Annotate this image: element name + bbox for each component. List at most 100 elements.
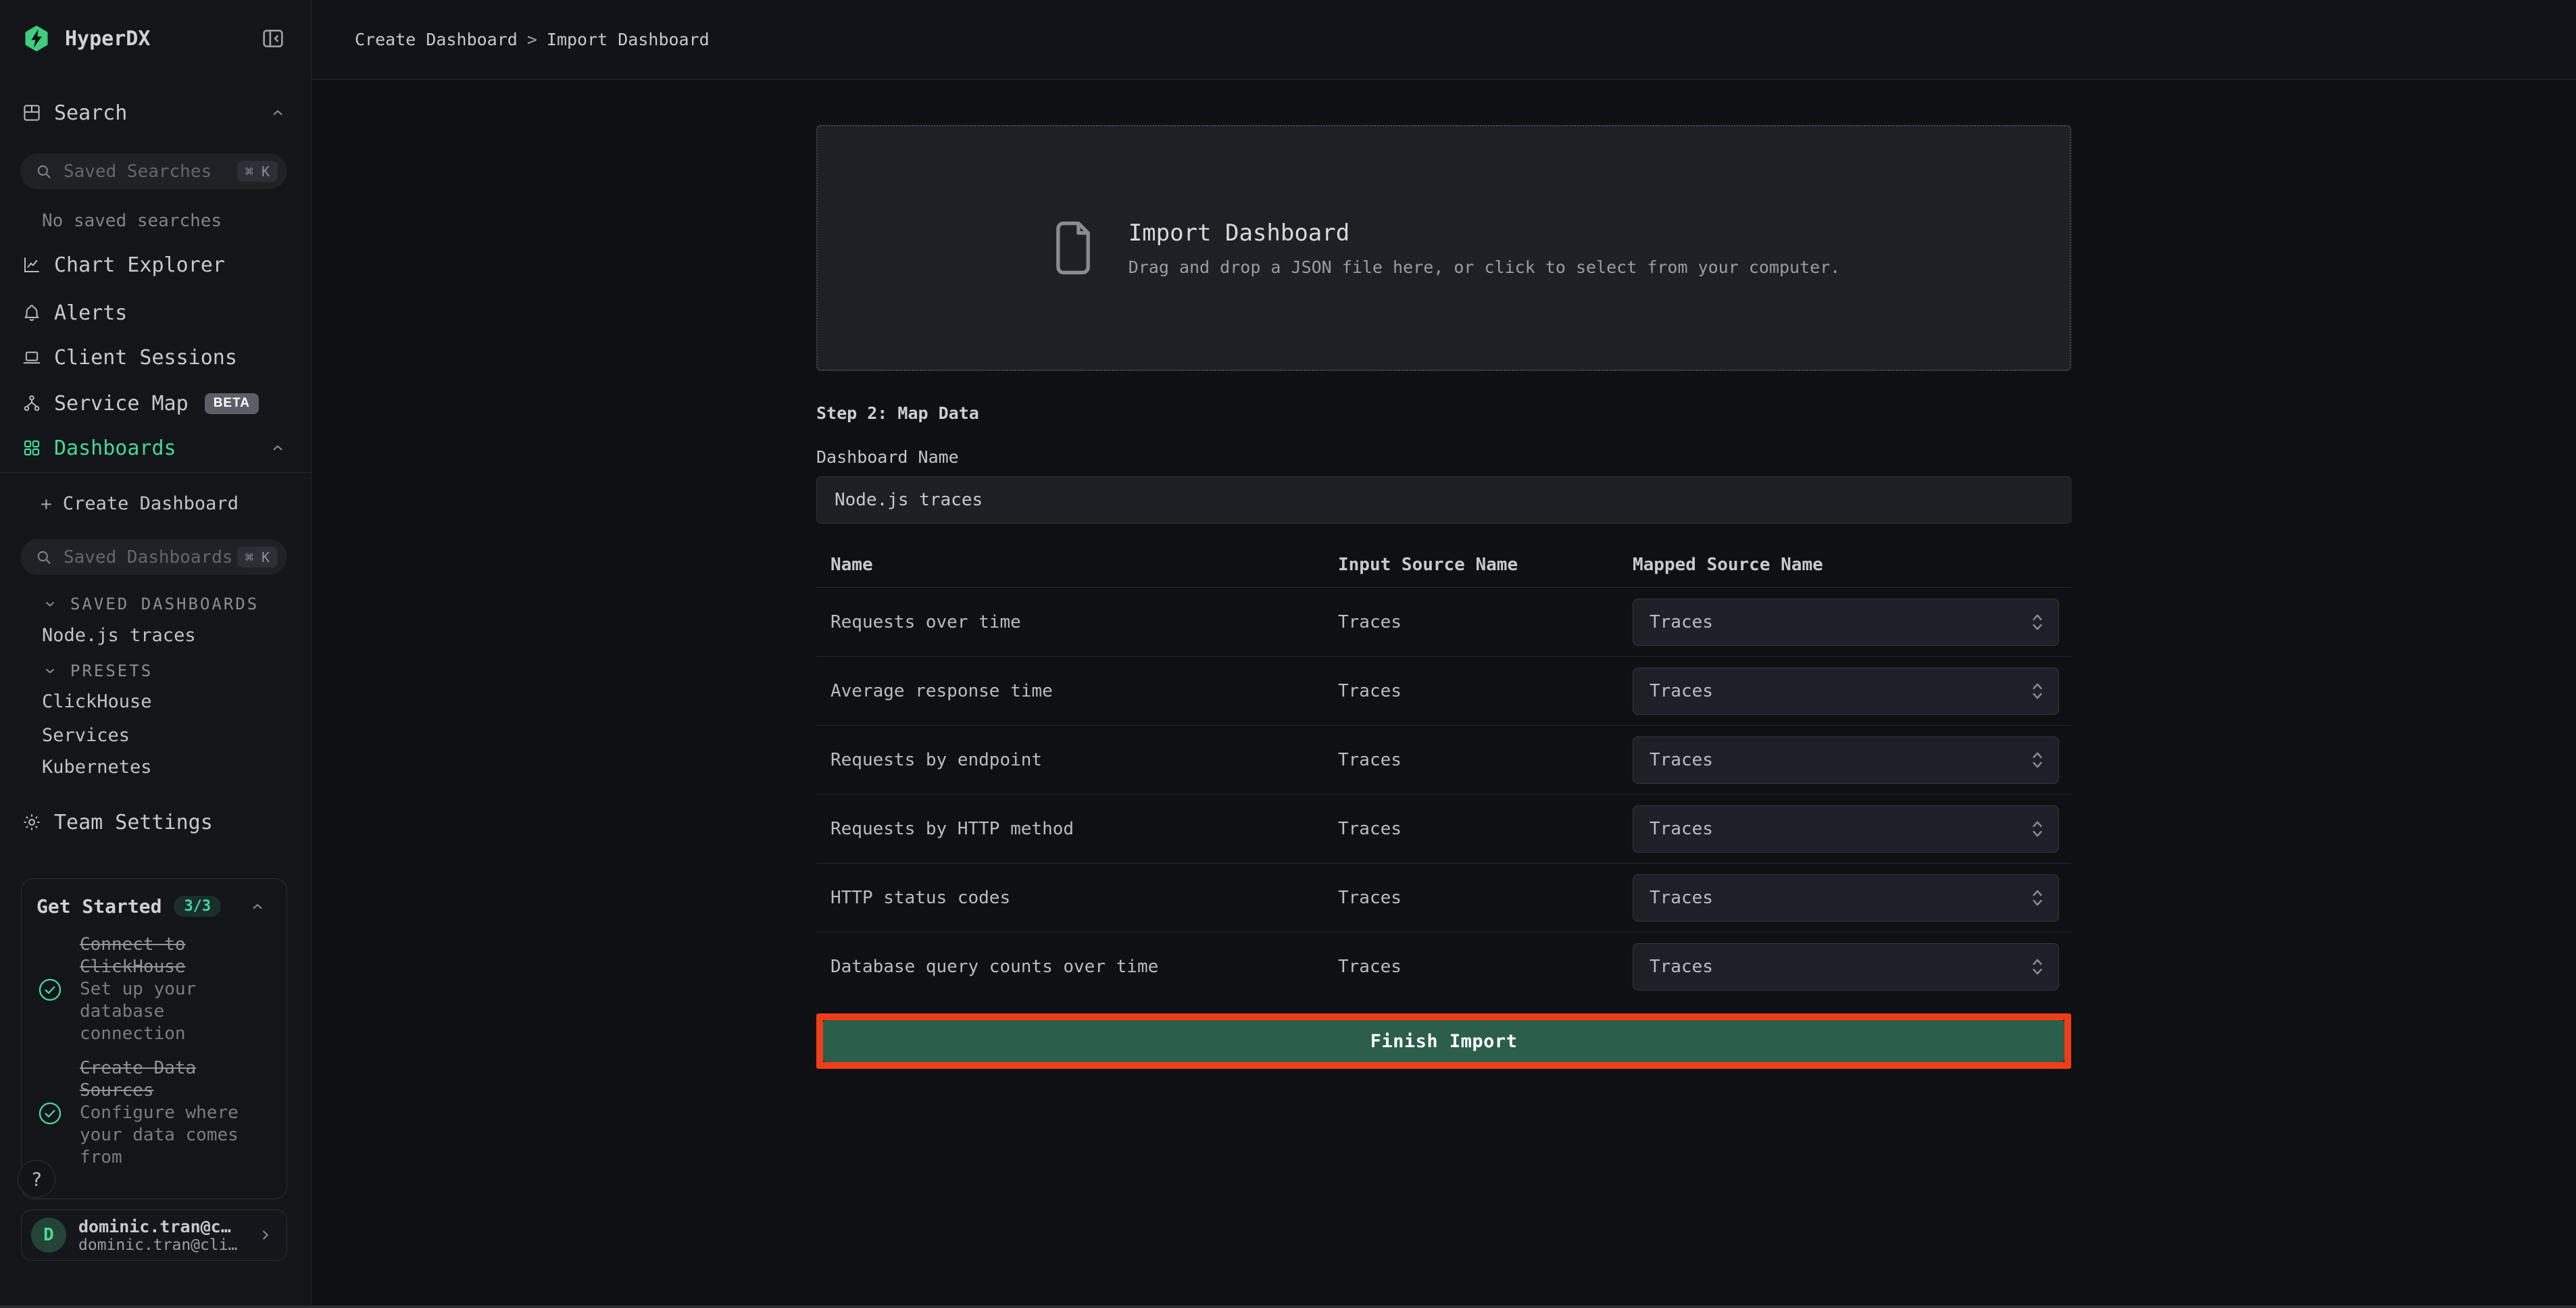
presets-section-header[interactable]: PRESETS: [0, 660, 311, 682]
table-row: Average response time Traces Traces: [816, 657, 2071, 726]
step-label: Step 2: Map Data: [816, 403, 2071, 423]
saved-searches-input[interactable]: Saved Searches ⌘ K: [20, 153, 287, 189]
get-started-description: Set up your database connection: [80, 979, 196, 1044]
input-source: Traces: [1338, 681, 1633, 701]
dropzone-title: Import Dashboard: [1129, 220, 1841, 247]
breadcrumb-import-dashboard: Import Dashboard: [547, 30, 710, 49]
table-row: Requests by endpoint Traces Traces: [816, 726, 2071, 795]
mapped-source-select[interactable]: Traces: [1633, 736, 2059, 784]
table-header: Name Input Source Name Mapped Source Nam…: [816, 541, 2071, 588]
mapping-table: Name Input Source Name Mapped Source Nam…: [816, 541, 2071, 1001]
get-started-task: Connect to ClickHouse: [80, 934, 186, 977]
column-header-input-source: Input Source Name: [1338, 555, 1633, 575]
sidebar-collapse-icon[interactable]: [259, 25, 287, 52]
check-circle-icon: [36, 1100, 64, 1127]
shortcut-badge: ⌘ K: [237, 161, 278, 182]
beta-badge: BETA: [205, 393, 259, 414]
get-started-header[interactable]: Get Started 3/3: [36, 895, 272, 917]
shortcut-badge: ⌘ K: [237, 547, 278, 568]
column-header-mapped-source: Mapped Source Name: [1633, 555, 2071, 575]
mapped-source-select[interactable]: Traces: [1633, 805, 2059, 853]
selector-icon: [2030, 819, 2045, 839]
mapped-source-select[interactable]: Traces: [1633, 874, 2059, 922]
help-button[interactable]: ?: [18, 1160, 55, 1198]
avatar: D: [31, 1217, 66, 1253]
table-row: Requests by HTTP method Traces Traces: [816, 795, 2071, 863]
mapped-source-select[interactable]: Traces: [1633, 599, 2059, 646]
selector-icon: [2030, 750, 2045, 770]
sidebar-divider: [0, 472, 311, 473]
chart-name: Database query counts over time: [816, 957, 1338, 977]
saved-dashboards-section-header[interactable]: SAVED DASHBOARDS: [0, 593, 311, 615]
sidebar-item-client-sessions[interactable]: Client Sessions: [0, 343, 311, 372]
file-icon: [1047, 217, 1099, 279]
breadcrumb-create-dashboard[interactable]: Create Dashboard: [355, 30, 518, 49]
chevron-down-icon: [42, 596, 58, 612]
app-title: HyperDX: [65, 27, 150, 51]
hyperdx-logo-icon: [22, 24, 51, 53]
sidebar-item-label: Dashboards: [54, 436, 176, 460]
section-label: PRESETS: [70, 661, 153, 680]
sidebar-item-label: Service Map: [54, 392, 189, 416]
user-profile[interactable]: D dominic.tran@c… dominic.tran@cli…: [21, 1209, 287, 1261]
preset-item-services[interactable]: Services: [0, 720, 311, 750]
user-email: dominic.tran@cli…: [78, 1236, 257, 1254]
chevron-up-icon: [249, 898, 266, 915]
get-started-description: Configure where your data comes from: [80, 1103, 239, 1167]
saved-dashboards-placeholder: Saved Dashboards: [64, 547, 237, 568]
create-dashboard-label: Create Dashboard: [63, 493, 239, 514]
chevron-right-icon: [257, 1226, 274, 1244]
preset-item-clickhouse[interactable]: ClickHouse: [0, 686, 311, 716]
main-area: Create Dashboard>Import Dashboard Import…: [312, 0, 2576, 1308]
table-row: HTTP status codes Traces Traces: [816, 863, 2071, 932]
column-header-name: Name: [816, 555, 1338, 575]
import-dropzone[interactable]: Import Dashboard Drag and drop a JSON fi…: [816, 125, 2071, 371]
get-started-title: Get Started: [36, 895, 162, 917]
get-started-item-connect[interactable]: Connect to ClickHouse Set up your databa…: [36, 934, 272, 1045]
saved-dashboards-input[interactable]: Saved Dashboards ⌘ K: [20, 539, 287, 575]
selector-icon: [2030, 681, 2045, 701]
section-label: SAVED DASHBOARDS: [70, 595, 259, 613]
app-header: HyperDX: [0, 20, 311, 57]
chart-name: Average response time: [816, 681, 1338, 701]
content: Import Dashboard Drag and drop a JSON fi…: [312, 80, 2576, 1308]
finish-import-button[interactable]: Finish Import: [823, 1020, 2064, 1062]
sidebar: HyperDX Search Saved Searches: [0, 0, 312, 1308]
hierarchy-icon: [22, 393, 42, 413]
sidebar-section-search[interactable]: Search: [0, 96, 311, 130]
sidebar-item-team-settings[interactable]: Team Settings: [0, 807, 311, 837]
check-circle-icon: [36, 976, 64, 1003]
dashboard-name-input[interactable]: Node.js traces: [816, 476, 2071, 524]
selector-icon: [2030, 612, 2045, 632]
chart-line-icon: [22, 255, 42, 275]
get-started-progress-badge: 3/3: [174, 896, 221, 917]
sidebar-item-alerts[interactable]: Alerts: [0, 298, 311, 328]
get-started-panel: Get Started 3/3 Connect to ClickHouse Se…: [21, 878, 287, 1199]
laptop-icon: [22, 347, 42, 368]
search-board-icon: [22, 103, 42, 123]
sidebar-item-service-map[interactable]: Service Map BETA: [0, 388, 311, 418]
saved-dashboard-item[interactable]: Node.js traces: [0, 620, 311, 650]
dashboards-grid-icon: [22, 438, 42, 458]
chart-name: Requests over time: [816, 612, 1338, 632]
bell-icon: [22, 303, 42, 323]
bottom-edge: [0, 1305, 2576, 1308]
get-started-task: Create Data Sources: [80, 1058, 196, 1101]
create-dashboard-button[interactable]: + Create Dashboard: [0, 488, 311, 518]
selector-icon: [2030, 888, 2045, 908]
no-saved-searches-text: No saved searches: [42, 211, 222, 231]
sidebar-item-chart-explorer[interactable]: Chart Explorer: [0, 250, 311, 280]
selector-icon: [2030, 957, 2045, 977]
sidebar-item-dashboards[interactable]: Dashboards: [0, 433, 311, 463]
table-row: Database query counts over time Traces T…: [816, 932, 2071, 1001]
annotation-highlight-box: Finish Import: [816, 1013, 2071, 1069]
preset-item-kubernetes[interactable]: Kubernetes: [0, 752, 311, 782]
plus-icon: +: [41, 493, 52, 515]
sidebar-item-label: Client Sessions: [54, 346, 237, 370]
mapped-source-select[interactable]: Traces: [1633, 668, 2059, 715]
dropzone-description: Drag and drop a JSON file here, or click…: [1129, 257, 1841, 277]
get-started-item-sources[interactable]: Create Data Sources Configure where your…: [36, 1057, 272, 1169]
chart-name: Requests by endpoint: [816, 750, 1338, 770]
chevron-up-icon: [269, 104, 287, 122]
mapped-source-select[interactable]: Traces: [1633, 943, 2059, 990]
